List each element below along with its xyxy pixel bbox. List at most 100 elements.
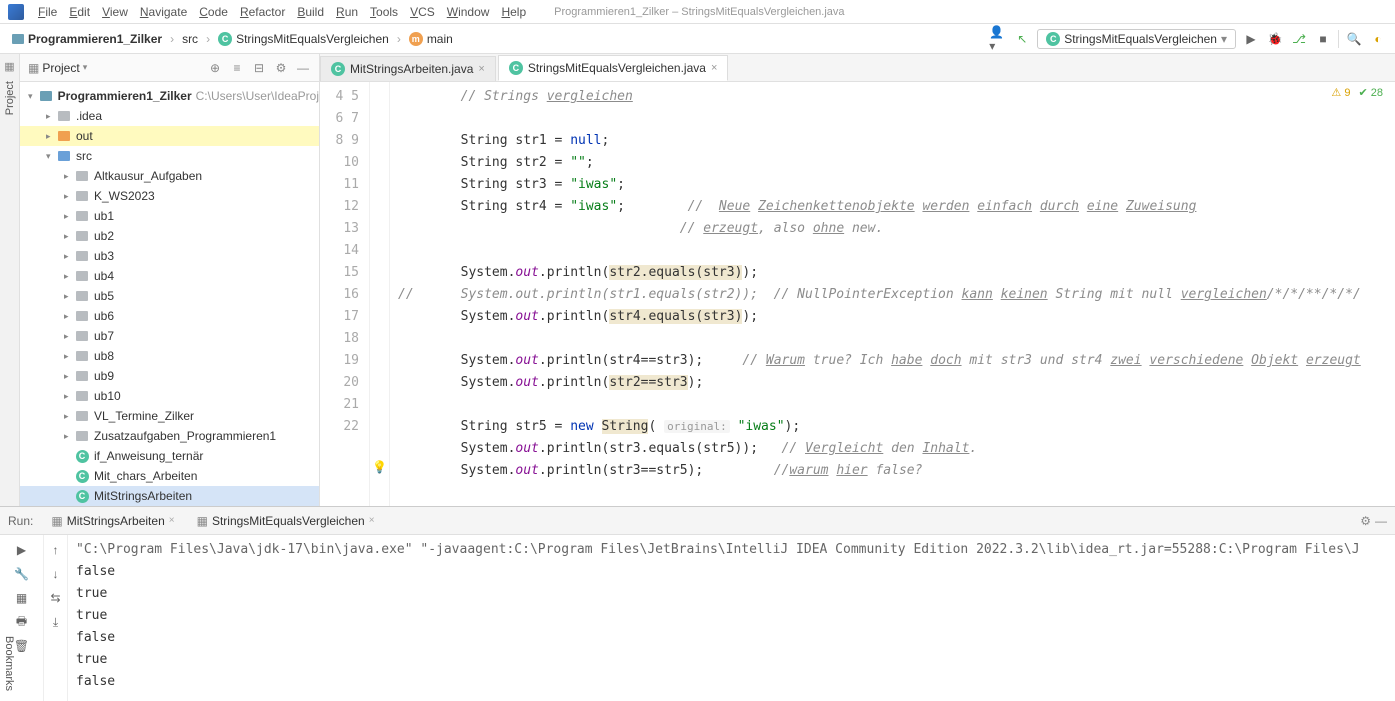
- code-content[interactable]: // Strings vergleichen String str1 = nul…: [390, 82, 1395, 506]
- breadcrumb-class[interactable]: CStringsMitEqualsVergleichen: [214, 31, 393, 47]
- project-tree[interactable]: ▾Programmieren1_ZilkerC:\Users\User\Idea…: [20, 82, 319, 506]
- editor-tab-StringsMitEqualsVergleichen.java[interactable]: CStringsMitEqualsVergleichen.java×: [498, 55, 729, 81]
- tree-item-ub2[interactable]: ▸ub2: [20, 226, 319, 246]
- run-config-label: StringsMitEqualsVergleichen: [1064, 32, 1217, 46]
- breadcrumb: Programmieren1_Zilker › src › CStringsMi…: [8, 31, 457, 47]
- close-tab-icon[interactable]: ×: [711, 62, 717, 74]
- run-print-button[interactable]: 🖶: [13, 613, 31, 631]
- class-icon: C: [1046, 32, 1060, 46]
- user-icon[interactable]: 👤▾: [989, 30, 1007, 48]
- line-gutter[interactable]: 4 5 6 7 8 9 10 11 12 13 14 15 16 17 18 1…: [320, 82, 370, 506]
- run-hide-icon[interactable]: —: [1375, 514, 1387, 528]
- tree-item-Altkausur_Aufgaben[interactable]: ▸Altkausur_Aufgaben: [20, 166, 319, 186]
- down-stack-button[interactable]: ↓: [47, 565, 65, 583]
- menu-window[interactable]: Window: [441, 3, 496, 21]
- search-icon[interactable]: 🔍: [1345, 30, 1363, 48]
- run-layout-button[interactable]: ▦: [13, 589, 31, 607]
- tree-item-ub6[interactable]: ▸ub6: [20, 306, 319, 326]
- console-output[interactable]: "C:\Program Files\Java\jdk-17\bin\java.e…: [68, 535, 1395, 701]
- run-header: Run: ▦MitStringsArbeiten× ▦StringsMitEqua…: [0, 507, 1395, 535]
- run-config-selector[interactable]: C StringsMitEqualsVergleichen ▾: [1037, 29, 1236, 49]
- menu-refactor[interactable]: Refactor: [234, 3, 291, 21]
- tree-item-if_Anweisung_ternär[interactable]: Cif_Anweisung_ternär: [20, 446, 319, 466]
- run-side-toolbar-2: ↑ ↓ ⇆ ⤓: [44, 535, 68, 701]
- menu-build[interactable]: Build: [291, 3, 330, 21]
- tree-item-.idea[interactable]: ▸.idea: [20, 106, 319, 126]
- run-tool-button[interactable]: 🔧: [13, 565, 31, 583]
- project-panel: ▦ Project ▾ ⊕ ≡ ⊟ ⚙ — ▾Programmieren1_Zi…: [20, 54, 320, 506]
- breadcrumb-project[interactable]: Programmieren1_Zilker: [8, 31, 166, 47]
- coverage-button[interactable]: ⎇: [1290, 30, 1308, 48]
- hide-panel-icon[interactable]: —: [295, 60, 311, 76]
- tree-item-VL_Termine_Zilker[interactable]: ▸VL_Termine_Zilker: [20, 406, 319, 426]
- tree-item-ub8[interactable]: ▸ub8: [20, 346, 319, 366]
- app-logo-icon: [8, 4, 24, 20]
- project-tool-label[interactable]: Project: [4, 81, 16, 115]
- menu-vcs[interactable]: VCS: [404, 3, 441, 21]
- tree-item-K_WS2023[interactable]: ▸K_WS2023: [20, 186, 319, 206]
- editor-tab-MitStringsArbeiten.java[interactable]: CMitStringsArbeiten.java×: [320, 56, 496, 81]
- rerun-button[interactable]: ▶: [13, 541, 31, 559]
- tree-item-ub1[interactable]: ▸ub1: [20, 206, 319, 226]
- warnings-indicator[interactable]: ⚠ 9: [1331, 86, 1350, 99]
- project-view-selector[interactable]: ▦ Project ▾: [28, 61, 87, 75]
- scroll-end-button[interactable]: ⤓: [47, 613, 65, 631]
- menu-file[interactable]: File: [32, 3, 63, 21]
- stop-button[interactable]: ■: [1314, 30, 1332, 48]
- project-tool-icon[interactable]: ▦: [4, 60, 14, 73]
- menu-view[interactable]: View: [96, 3, 134, 21]
- gutter-margin[interactable]: 💡: [370, 82, 390, 506]
- breadcrumb-src[interactable]: src: [178, 31, 202, 47]
- left-tool-strip: ▦ Project: [0, 54, 20, 506]
- settings-button[interactable]: ◐: [1369, 30, 1387, 48]
- collapse-all-icon[interactable]: ⊟: [251, 60, 267, 76]
- tree-item-Mit_chars_Arbeiten[interactable]: CMit_chars_Arbeiten: [20, 466, 319, 486]
- close-tab-icon[interactable]: ×: [478, 63, 484, 75]
- tree-item-Zusatzaufgaben_Programmieren1[interactable]: ▸Zusatzaufgaben_Programmieren1: [20, 426, 319, 446]
- tree-item-src[interactable]: ▾src: [20, 146, 319, 166]
- soft-wrap-button[interactable]: ⇆: [47, 589, 65, 607]
- run-button[interactable]: ▶: [1242, 30, 1260, 48]
- run-settings-icon[interactable]: ⚙: [1360, 514, 1371, 528]
- passed-indicator[interactable]: ✔ 28: [1358, 86, 1383, 99]
- panel-settings-icon[interactable]: ⚙: [273, 60, 289, 76]
- class-icon: C: [331, 62, 345, 76]
- menu-code[interactable]: Code: [193, 3, 234, 21]
- menu-help[interactable]: Help: [495, 3, 532, 21]
- menu-navigate[interactable]: Navigate: [134, 3, 193, 21]
- run-tab-StringsMitEqualsVergleichen[interactable]: ▦StringsMitEqualsVergleichen×: [191, 512, 381, 530]
- run-label: Run:: [8, 514, 33, 528]
- bookmarks-tool-label[interactable]: Bookmarks: [3, 636, 15, 691]
- editor-tabs: CMitStringsArbeiten.java×CStringsMitEqua…: [320, 54, 1395, 82]
- tree-item-ub4[interactable]: ▸ub4: [20, 266, 319, 286]
- menu-tools[interactable]: Tools: [364, 3, 404, 21]
- project-panel-header: ▦ Project ▾ ⊕ ≡ ⊟ ⚙ —: [20, 54, 319, 82]
- tree-root[interactable]: ▾Programmieren1_ZilkerC:\Users\User\Idea…: [20, 86, 319, 106]
- tree-item-ub9[interactable]: ▸ub9: [20, 366, 319, 386]
- editor-body[interactable]: 4 5 6 7 8 9 10 11 12 13 14 15 16 17 18 1…: [320, 82, 1395, 506]
- chevron-down-icon: ▾: [1221, 32, 1227, 46]
- window-title: Programmieren1_Zilker – StringsMitEquals…: [554, 6, 844, 18]
- tree-item-ub7[interactable]: ▸ub7: [20, 326, 319, 346]
- close-run-tab-icon[interactable]: ×: [369, 515, 375, 526]
- tree-item-ub3[interactable]: ▸ub3: [20, 246, 319, 266]
- up-stack-button[interactable]: ↑: [47, 541, 65, 559]
- inspections-widget[interactable]: ⚠ 9 ✔ 28: [1331, 86, 1383, 99]
- debug-button[interactable]: 🐞: [1266, 30, 1284, 48]
- run-tool-window: Run: ▦MitStringsArbeiten× ▦StringsMitEqua…: [0, 506, 1395, 701]
- menu-edit[interactable]: Edit: [63, 3, 96, 21]
- tree-item-ub10[interactable]: ▸ub10: [20, 386, 319, 406]
- run-delete-button[interactable]: 🗑: [13, 637, 31, 655]
- breadcrumb-method[interactable]: mmain: [405, 31, 457, 47]
- tree-item-MitStringsArbeiten[interactable]: CMitStringsArbeiten: [20, 486, 319, 506]
- menu-bar: FileEditViewNavigateCodeRefactorBuildRun…: [0, 0, 1395, 24]
- tree-item-ub5[interactable]: ▸ub5: [20, 286, 319, 306]
- intention-bulb-icon[interactable]: 💡: [372, 460, 387, 474]
- select-opened-icon[interactable]: ⊕: [207, 60, 223, 76]
- build-icon[interactable]: ↖: [1013, 30, 1031, 48]
- tree-item-out[interactable]: ▸out: [20, 126, 319, 146]
- expand-all-icon[interactable]: ≡: [229, 60, 245, 76]
- run-tab-MitStringsArbeiten[interactable]: ▦MitStringsArbeiten×: [45, 512, 180, 530]
- menu-run[interactable]: Run: [330, 3, 364, 21]
- close-run-tab-icon[interactable]: ×: [169, 515, 175, 526]
